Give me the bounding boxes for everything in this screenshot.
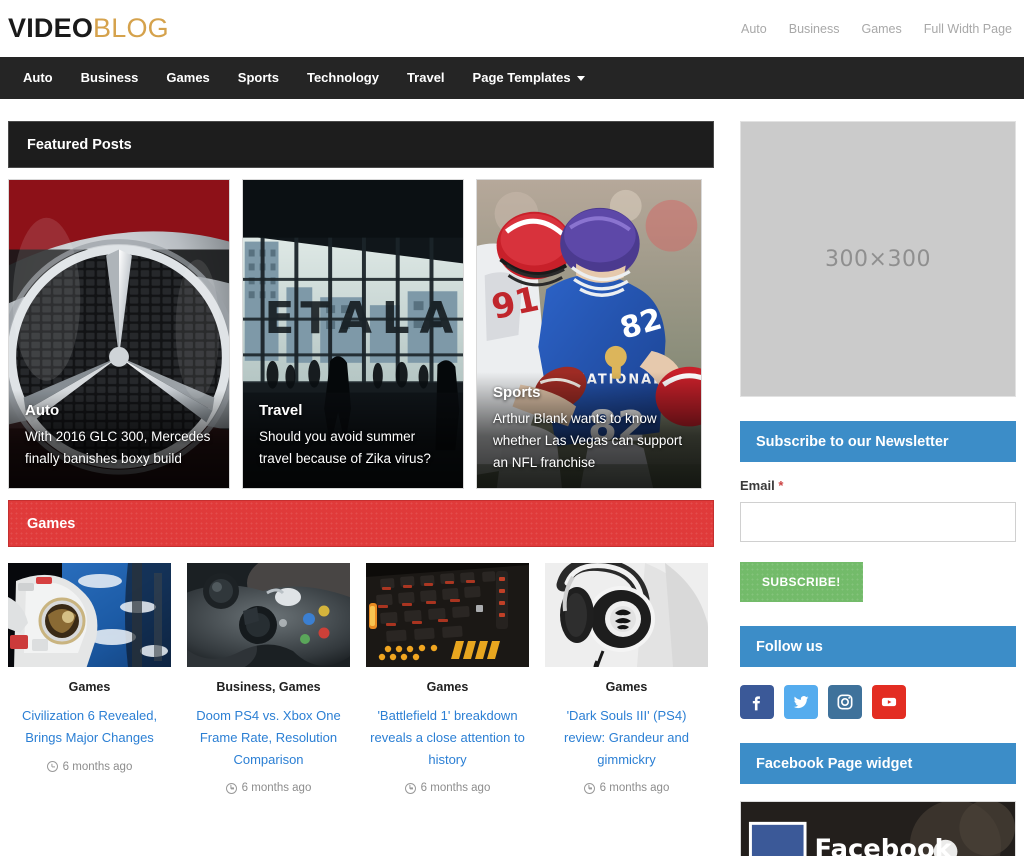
clock-icon	[46, 761, 58, 773]
social-links	[740, 685, 1016, 719]
advertisement-placeholder-label: 300×300	[825, 246, 931, 272]
games-post-card-1-meta: 6 months ago	[8, 761, 171, 773]
featured-card-travel[interactable]: ETALA	[242, 179, 464, 489]
featured-card-sports[interactable]: 91 82 Sports Arthur Blank wants to know …	[476, 179, 702, 489]
facebook-page-widget-heading: Facebook Page widget	[740, 743, 1016, 784]
gaming-headset-photo[interactable]	[545, 563, 708, 667]
games-post-card-1: Games Civilization 6 Revealed, Brings Ma…	[8, 563, 171, 794]
newsletter-email-label: Email *	[740, 478, 1016, 493]
newsletter-subscribe-button[interactable]: SUBSCRIBE!	[740, 562, 863, 602]
games-section: Games Games Civilization 6 Revealed, Bri…	[8, 500, 714, 794]
required-asterisk: *	[778, 478, 784, 493]
games-post-card-3-category: Games	[426, 680, 469, 694]
nav-item-page-templates[interactable]: Page Templates	[459, 57, 599, 99]
youtube-icon[interactable]	[872, 685, 906, 719]
logo-primary-text: VIDEO	[8, 13, 94, 43]
featured-card-sports-overlay: Sports Arthur Blank wants to know whethe…	[477, 372, 701, 488]
games-post-card-4-title[interactable]: 'Dark Souls III' (PS4) review: Grandeur …	[545, 705, 708, 770]
newsletter-widget-heading: Subscribe to our Newsletter	[740, 421, 1016, 462]
featured-card-travel-overlay: Travel Should you avoid summer travel be…	[243, 390, 463, 488]
nav-item-technology[interactable]: Technology	[293, 57, 393, 99]
nav-item-auto[interactable]: Auto	[9, 57, 67, 99]
games-post-card-2: Business, Games Doom PS4 vs. Xbox One Fr…	[187, 563, 350, 794]
featured-card-auto-title[interactable]: With 2016 GLC 300, Mercedes finally bani…	[25, 426, 213, 470]
featured-card-auto[interactable]: Auto With 2016 GLC 300, Mercedes finally…	[8, 179, 230, 489]
games-post-card-2-title[interactable]: Doom PS4 vs. Xbox One Frame Rate, Resolu…	[187, 705, 350, 770]
newsletter-email-input[interactable]	[740, 502, 1016, 542]
clock-icon	[583, 782, 595, 794]
games-post-card-2-category: Business, Games	[216, 680, 321, 694]
featured-card-travel-category: Travel	[259, 402, 303, 420]
games-post-card-4-category: Games	[605, 680, 648, 694]
clock-icon	[404, 782, 416, 794]
games-posts-grid: Games Civilization 6 Revealed, Brings Ma…	[8, 563, 714, 794]
site-logo[interactable]: VIDEOBLOG	[8, 15, 169, 42]
games-post-card-1-time: 6 months ago	[62, 760, 133, 773]
main-content: Featured Posts Auto With 2016 GLC 300, M…	[8, 121, 714, 856]
site-header: VIDEOBLOG Auto Business Games Full Width…	[0, 0, 1024, 57]
astronaut-spacewalk-photo[interactable]	[8, 563, 171, 667]
featured-card-sports-category: Sports	[493, 384, 541, 402]
newsletter-widget-body: Email * SUBSCRIBE!	[740, 462, 1016, 602]
games-post-card-3: Games 'Battlefield 1' breakdown reveals …	[366, 563, 529, 794]
follow-us-widget-heading: Follow us	[740, 626, 1016, 667]
nav-item-business[interactable]: Business	[67, 57, 153, 99]
games-post-card-4-meta: 6 months ago	[545, 782, 708, 794]
nav-item-games[interactable]: Games	[152, 57, 223, 99]
xbox-controller-photo[interactable]	[187, 563, 350, 667]
top-nav-item-auto[interactable]: Auto	[741, 22, 767, 36]
advertisement-placeholder[interactable]: 300×300	[740, 121, 1016, 397]
facebook-icon[interactable]	[740, 685, 774, 719]
games-post-card-1-category: Games	[68, 680, 111, 694]
games-post-card-2-meta: 6 months ago	[187, 782, 350, 794]
nav-item-page-templates-label: Page Templates	[472, 70, 571, 85]
top-nav-item-business[interactable]: Business	[789, 22, 840, 36]
featured-posts-heading: Featured Posts	[8, 121, 714, 168]
games-section-heading: Games	[8, 500, 714, 547]
chevron-down-icon	[576, 75, 585, 81]
games-post-card-2-time: 6 months ago	[241, 782, 312, 795]
featured-posts-grid: Auto With 2016 GLC 300, Mercedes finally…	[8, 179, 714, 489]
games-post-card-4: Games 'Dark Souls III' (PS4) review: Gra…	[545, 563, 708, 794]
featured-card-auto-overlay: Auto With 2016 GLC 300, Mercedes finally…	[9, 390, 229, 488]
featured-card-sports-title[interactable]: Arthur Blank wants to know whether Las V…	[493, 408, 685, 474]
top-navigation: Auto Business Games Full Width Page	[741, 22, 1014, 36]
clock-icon	[225, 782, 237, 794]
instagram-icon[interactable]	[828, 685, 862, 719]
nav-item-sports[interactable]: Sports	[224, 57, 293, 99]
twitter-icon[interactable]	[784, 685, 818, 719]
featured-card-auto-category: Auto	[25, 402, 60, 420]
nav-item-travel[interactable]: Travel	[393, 57, 459, 99]
top-nav-item-full-width-page[interactable]: Full Width Page	[924, 22, 1012, 36]
sidebar: 300×300 Subscribe to our Newsletter Emai…	[740, 121, 1016, 856]
newsletter-email-label-text: Email	[740, 478, 775, 493]
primary-navigation: Auto Business Games Sports Technology Tr…	[0, 57, 1024, 99]
games-post-card-3-title[interactable]: 'Battlefield 1' breakdown reveals a clos…	[366, 705, 529, 770]
svg-text:Facebook: Facebook	[814, 835, 952, 856]
games-post-card-4-time: 6 months ago	[599, 782, 670, 795]
logo-secondary-text: BLOG	[93, 13, 169, 43]
featured-card-travel-title[interactable]: Should you avoid summer travel because o…	[259, 426, 447, 470]
games-post-card-3-meta: 6 months ago	[366, 782, 529, 794]
gaming-keyboard-photo[interactable]	[366, 563, 529, 667]
games-post-card-3-time: 6 months ago	[420, 782, 491, 795]
games-post-card-1-title[interactable]: Civilization 6 Revealed, Brings Major Ch…	[8, 705, 171, 749]
page-body: Featured Posts Auto With 2016 GLC 300, M…	[0, 99, 1024, 856]
facebook-page-embed[interactable]: Facebook	[740, 801, 1016, 856]
top-nav-item-games[interactable]: Games	[861, 22, 901, 36]
